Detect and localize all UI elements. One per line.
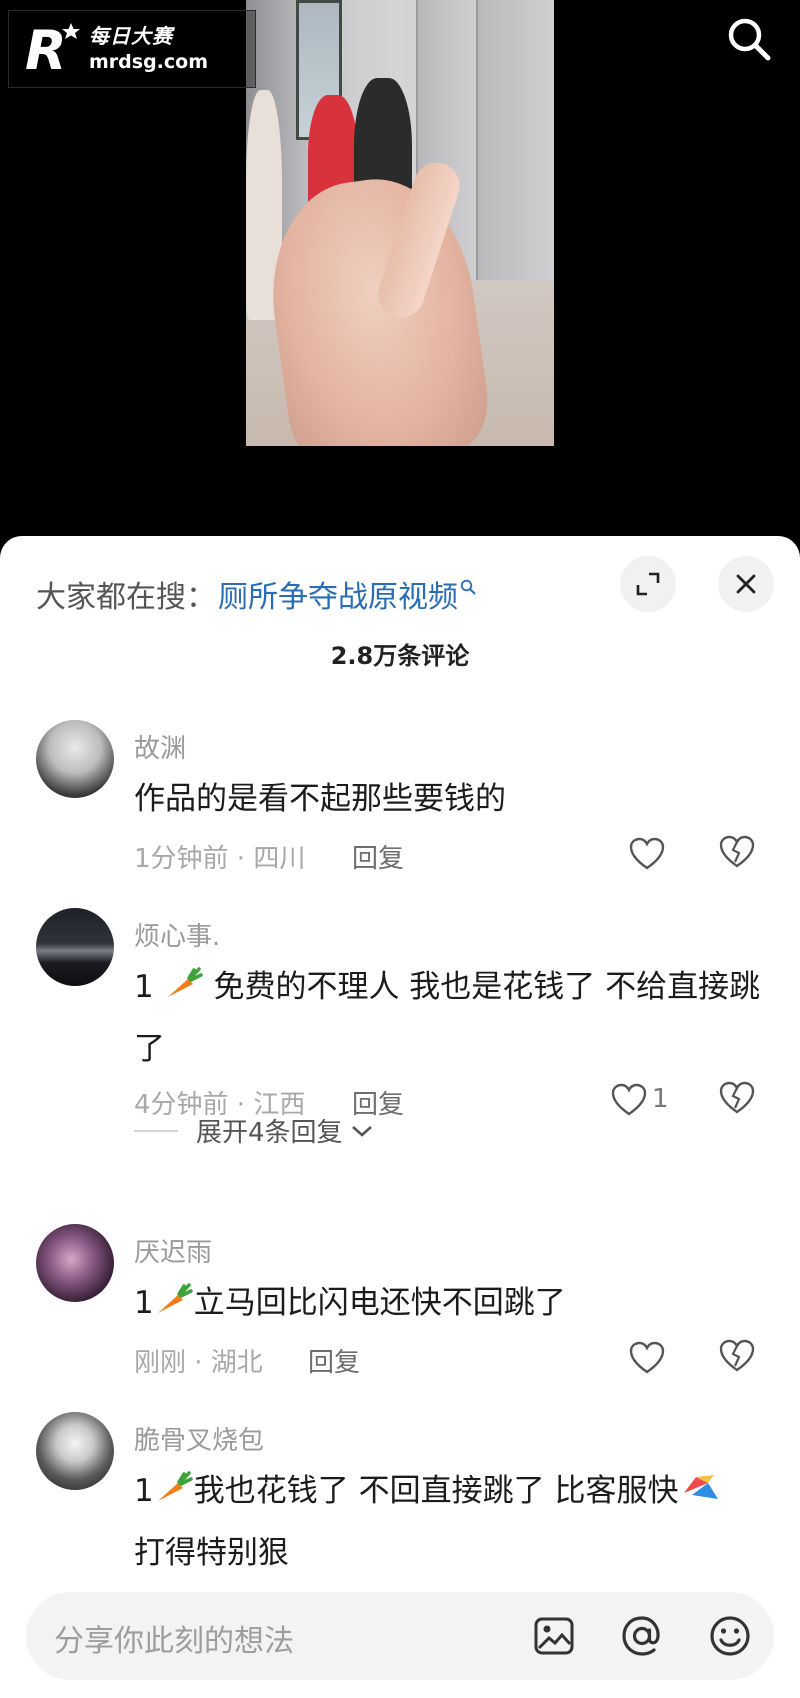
sticker-emoji-icon	[678, 1466, 722, 1524]
comment-text: 作品的是看不起那些要钱的	[134, 781, 506, 817]
comment-username[interactable]: 厌迟雨	[134, 1232, 212, 1269]
comment-input[interactable]: 分享你此刻的想法	[54, 1616, 294, 1660]
comment-username[interactable]: 脆骨叉烧包	[134, 1420, 264, 1457]
avatar[interactable]	[36, 720, 114, 798]
search-small-icon	[460, 579, 476, 599]
comment-body-continued: 打得特别狠	[134, 1535, 289, 1571]
chevron-down-icon	[351, 1125, 372, 1137]
heart-icon	[611, 1083, 647, 1116]
comment-prefix: 1	[134, 1473, 154, 1509]
hot-search-keyword[interactable]: 厕所争夺战原视频	[218, 572, 458, 616]
comment-prefix: 1	[134, 1285, 154, 1321]
like-button[interactable]	[628, 834, 672, 874]
avatar[interactable]	[36, 1412, 114, 1490]
comment-meta: 1分钟前 · 四川	[134, 844, 306, 874]
reply-button[interactable]: 回复	[308, 1342, 360, 1379]
broken-heart-icon	[719, 835, 755, 868]
at-icon	[622, 1616, 660, 1656]
like-button[interactable]	[610, 1080, 654, 1120]
mention-button[interactable]	[616, 1610, 668, 1662]
search-icon	[728, 18, 771, 61]
comment-body: 立马回比闪电还快不回跳了	[193, 1285, 566, 1321]
comment-text: 1 免费的不理人 我也是花钱了 不给直接跳了	[134, 958, 764, 1078]
dislike-button[interactable]	[718, 834, 762, 874]
comment-body: 我也花钱了 不回直接跳了 比客服快	[193, 1473, 679, 1509]
expand-replies-button[interactable]: 展开4条回复	[134, 1112, 375, 1149]
close-icon	[736, 574, 756, 594]
avatar[interactable]	[36, 908, 114, 986]
expand-replies-label: 展开4条回复	[196, 1118, 343, 1148]
image-icon	[534, 1617, 574, 1655]
comment-username[interactable]: 故渊	[134, 728, 186, 765]
expand-divider	[134, 1129, 178, 1132]
comment-body: 免费的不理人 我也是花钱了 不给直接跳了	[134, 969, 761, 1067]
comment-prefix: 1	[134, 969, 154, 1005]
comment-meta: 刚刚 · 湖北	[134, 1348, 263, 1378]
carrot-emoji-icon	[154, 1278, 194, 1336]
video-frame[interactable]	[246, 0, 554, 446]
video-stall-door	[476, 0, 554, 280]
image-button[interactable]	[528, 1610, 580, 1662]
expand-icon	[636, 572, 660, 596]
dislike-button[interactable]	[718, 1338, 762, 1378]
watermark-brand: 每日大赛	[89, 23, 173, 48]
emoji-icon	[710, 1616, 750, 1656]
comment-username[interactable]: 烦心事.	[134, 916, 220, 953]
emoji-button[interactable]	[704, 1610, 756, 1662]
broken-heart-icon	[719, 1081, 755, 1114]
avatar[interactable]	[36, 1224, 114, 1302]
hot-search-label: 大家都在搜：	[36, 580, 216, 615]
close-button[interactable]	[718, 556, 774, 612]
heart-icon	[629, 837, 665, 870]
comment-text: 1 我也花钱了 不回直接跳了 比客服快 打得特别狠	[134, 1462, 764, 1582]
hot-search-bar: 大家都在搜： 厕所争夺战原视频	[36, 572, 476, 616]
carrot-emoji-icon	[164, 962, 204, 1020]
watermark-logo: R	[21, 19, 83, 82]
reply-button[interactable]: 回复	[352, 838, 404, 875]
watermark-logo-letter: R	[25, 19, 67, 79]
comment-count-title: 2.8万条评论	[330, 642, 470, 670]
like-button[interactable]	[628, 1338, 672, 1378]
broken-heart-icon	[719, 1339, 755, 1372]
dislike-button[interactable]	[718, 1080, 762, 1120]
search-button[interactable]	[720, 10, 778, 68]
comment-input-bar: 分享你此刻的想法	[26, 1592, 774, 1680]
like-count: 1	[652, 1084, 669, 1114]
watermark-url: mrdsg.com	[89, 50, 209, 73]
expand-button[interactable]	[620, 556, 676, 612]
video-player[interactable]: R 每日大赛 mrdsg.com	[0, 0, 800, 560]
carrot-emoji-icon	[154, 1466, 194, 1524]
watermark: R 每日大赛 mrdsg.com	[8, 10, 256, 88]
comment-text: 1 立马回比闪电还快不回跳了	[134, 1274, 764, 1336]
heart-icon	[629, 1341, 665, 1374]
